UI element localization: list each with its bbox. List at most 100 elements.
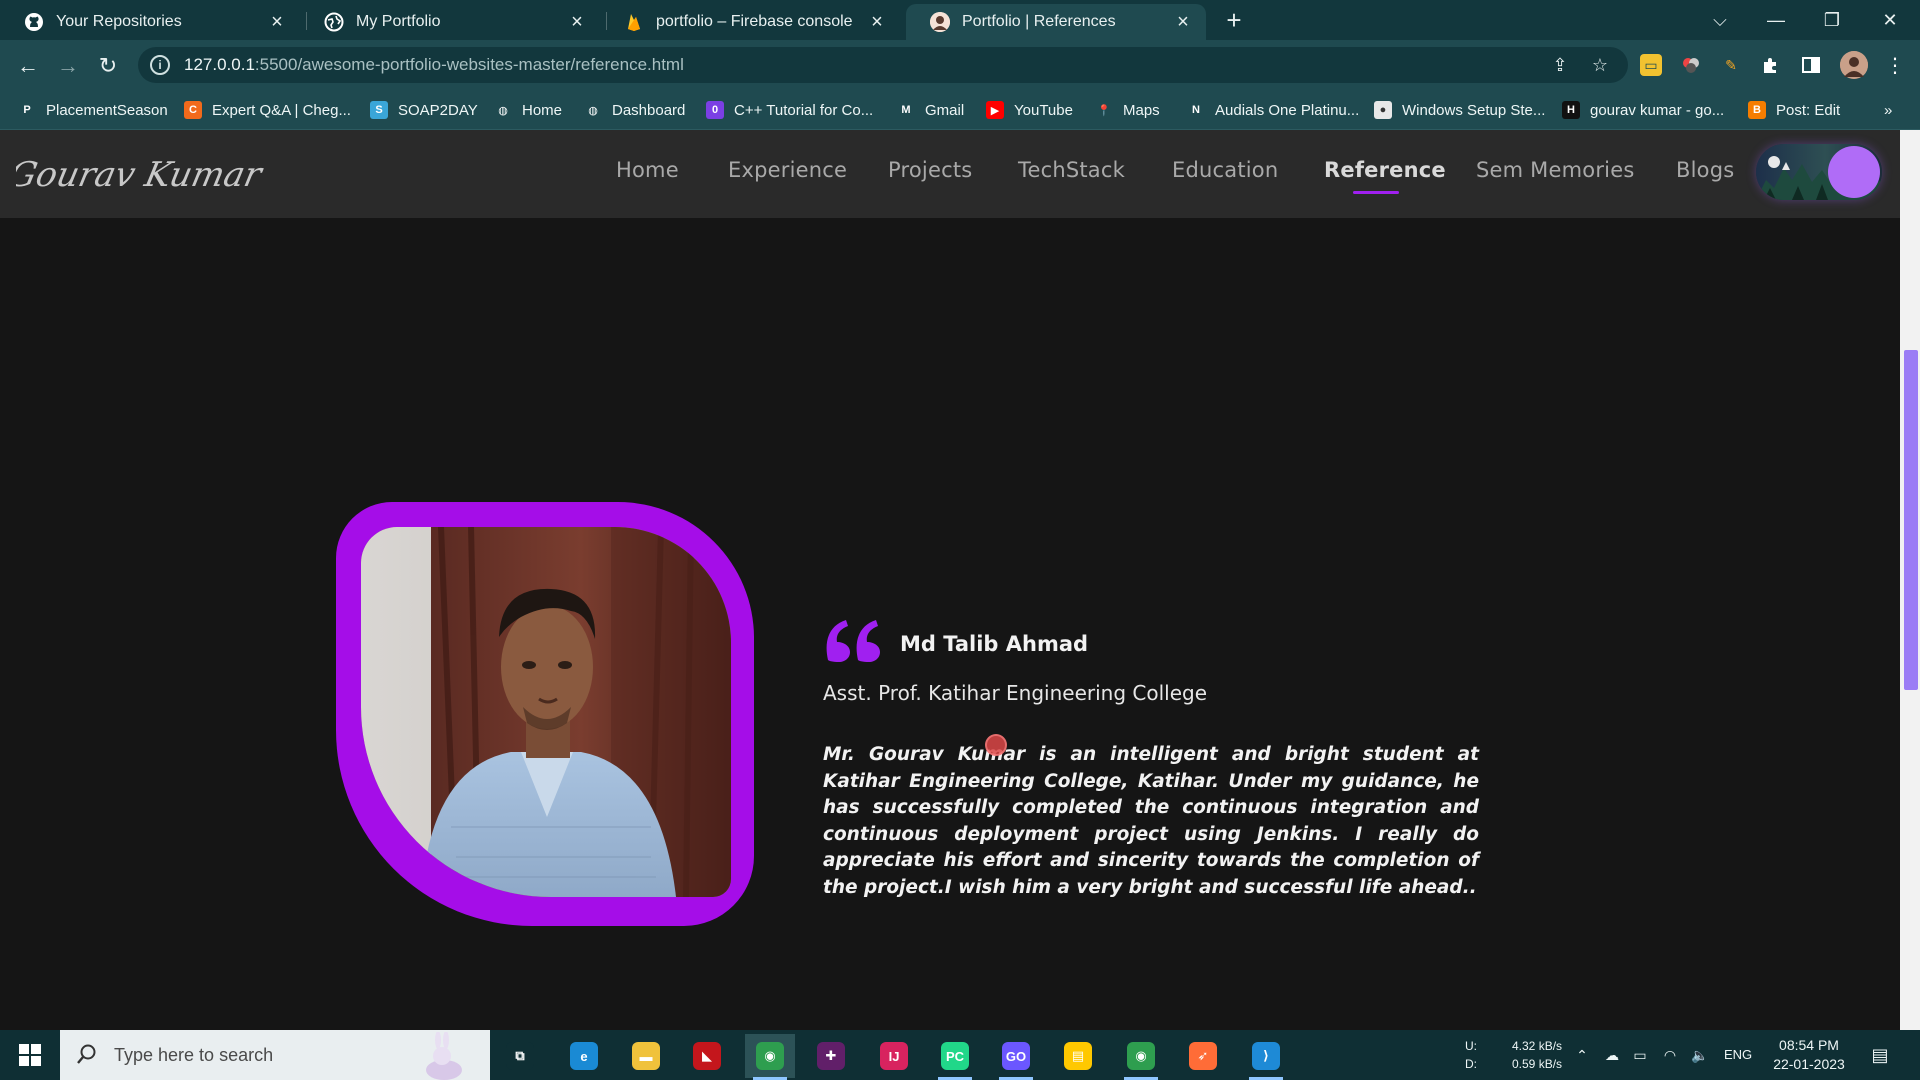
side-panel-icon[interactable] — [1800, 54, 1822, 76]
close-icon[interactable]: × — [566, 11, 588, 33]
bookmark-item[interactable]: ◍ Home — [494, 98, 562, 122]
bookmark-item[interactable]: N Audials One Platinu... — [1187, 98, 1359, 122]
pycharm-icon: PC — [941, 1042, 969, 1070]
nav-link-reference[interactable]: Reference — [1324, 158, 1446, 182]
sticky-notes-icon: ▤ — [1064, 1042, 1092, 1070]
close-icon[interactable]: × — [266, 11, 288, 33]
taskbar-app-chrome[interactable]: ◉ — [1116, 1034, 1166, 1080]
taskbar-clock[interactable]: 08:54 PM 22-01-2023 — [1766, 1036, 1852, 1074]
nav-link-sem-memories[interactable]: Sem Memories — [1476, 158, 1634, 182]
windows-taskbar: Type here to search ⧉ e ▬ ◣ ◉ ✚ IJ PC GO ▤ ◉ ➶ ⟩ U: … — [0, 1030, 1920, 1080]
search-placeholder: Type here to search — [114, 1044, 274, 1065]
nav-link-education[interactable]: Education — [1172, 158, 1278, 182]
taskbar-app-sticky-notes[interactable]: ▤ — [1053, 1034, 1103, 1078]
tab-search-chevron-icon[interactable]: ⌵ — [1692, 0, 1748, 40]
bookmark-label: SOAP2DAY — [398, 101, 478, 119]
blogger-icon: B — [1748, 101, 1766, 119]
bookmark-label: Expert Q&A | Cheg... — [212, 101, 351, 119]
taskbar-app-task-view[interactable]: ⧉ — [495, 1034, 545, 1078]
tab-portfolio-references[interactable]: Portfolio | References × — [906, 4, 1206, 40]
extension-wallet-icon[interactable]: ▭ — [1640, 54, 1662, 76]
url-text[interactable]: 127.0.0.1:5500/awesome-portfolio-website… — [184, 55, 684, 75]
bookmark-item[interactable]: ● Windows Setup Ste... — [1374, 98, 1545, 122]
bookmark-item[interactable]: M Gmail — [897, 98, 964, 122]
github-icon — [24, 12, 44, 32]
site-info-icon[interactable]: i — [150, 55, 170, 75]
taskbar-app-slack[interactable]: ✚ — [806, 1034, 856, 1078]
taskbar-app-postman[interactable]: ➶ — [1178, 1034, 1228, 1078]
scrollbar-thumb[interactable] — [1904, 350, 1918, 690]
nav-link-projects[interactable]: Projects — [888, 158, 972, 182]
close-icon[interactable]: × — [866, 11, 888, 33]
site-logo[interactable]: Gourav Kumar — [5, 144, 267, 206]
bookmark-item[interactable]: S SOAP2DAY — [370, 98, 478, 122]
forward-arrow-icon[interactable]: → — [52, 50, 84, 82]
wifi-icon[interactable]: ◠ — [1660, 1045, 1680, 1065]
browser-menu-icon[interactable]: ⋮ — [1884, 54, 1906, 77]
profile-avatar[interactable] — [1840, 51, 1868, 79]
extension-pen-icon[interactable]: ✎ — [1720, 54, 1742, 76]
bookmark-item[interactable]: ◍ Dashboard — [584, 98, 685, 122]
extension-dots-icon[interactable] — [1680, 54, 1702, 76]
bookmark-item[interactable]: C Expert Q&A | Cheg... — [184, 98, 351, 122]
reload-icon[interactable]: ↻ — [92, 50, 124, 82]
back-arrow-icon[interactable]: ← — [12, 50, 44, 82]
bookmark-item[interactable]: ▶ YouTube — [986, 98, 1073, 122]
onedrive-cloud-icon[interactable]: ☁ — [1602, 1045, 1622, 1065]
theme-toggle-knob[interactable] — [1828, 146, 1880, 198]
tab-my-portfolio[interactable]: My Portfolio × — [300, 4, 600, 40]
bookmark-item[interactable]: P PlacementSeason — [18, 98, 168, 122]
restore-button[interactable]: ❐ — [1804, 0, 1860, 40]
avatar-icon — [930, 12, 950, 32]
tab-your-repositories[interactable]: Your Repositories × — [0, 4, 300, 40]
close-icon[interactable]: × — [1172, 11, 1194, 33]
youtube-icon: ▶ — [986, 101, 1004, 119]
reference-testimonial: Mr. Gourav Kumar is an intelligent and b… — [823, 744, 1479, 898]
bookmark-item[interactable]: 0 C++ Tutorial for Co... — [706, 98, 873, 122]
placementseason-icon: P — [18, 101, 36, 119]
bookmark-star-icon[interactable]: ☆ — [1588, 55, 1612, 75]
taskbar-app-pycharm[interactable]: PC — [930, 1034, 980, 1080]
bookmark-item[interactable]: Hgourav kumar - go... — [1562, 98, 1724, 122]
taskbar-app-edge[interactable]: e — [559, 1034, 609, 1078]
new-tab-button[interactable]: + — [1220, 6, 1248, 34]
tab-title: My Portfolio — [356, 13, 441, 30]
postman-icon: ➶ — [1189, 1042, 1217, 1070]
nav-link-home[interactable]: Home — [616, 158, 679, 182]
taskbar-app-goland[interactable]: GO — [991, 1034, 1041, 1080]
chevron-up-icon[interactable]: ⌃ — [1572, 1045, 1592, 1065]
reference-role: Asst. Prof. Katihar Engineering College — [823, 681, 1208, 705]
language-indicator[interactable]: ENG — [1724, 1047, 1752, 1062]
bookmark-label: Audials One Platinu... — [1215, 101, 1360, 119]
extensions-puzzle-icon[interactable] — [1760, 54, 1782, 76]
battery-icon[interactable]: ▭ — [1630, 1045, 1650, 1065]
window-close-button[interactable]: ✕ — [1862, 0, 1918, 40]
taskbar-app-intellij[interactable]: IJ — [869, 1034, 919, 1078]
bookmark-item[interactable]: B Post: Edit — [1748, 98, 1840, 122]
share-icon[interactable]: ⇪ — [1548, 55, 1572, 75]
page-viewport: Gourav Kumar Home Experience Projects TechS… — [0, 130, 1900, 1030]
taskbar-app-file-explorer[interactable]: ▬ — [621, 1034, 671, 1078]
nav-link-techstack[interactable]: TechStack — [1018, 158, 1125, 182]
bookmark-item[interactable]: 📍 Maps — [1095, 98, 1160, 122]
volume-icon[interactable]: 🔈 — [1690, 1045, 1710, 1065]
bookmarks-overflow-icon[interactable]: » — [1884, 98, 1892, 122]
bookmark-label: Gmail — [925, 101, 965, 119]
bookmark-label: PlacementSeason — [46, 101, 168, 119]
taskbar-app-vscode[interactable]: ⟩ — [1241, 1034, 1291, 1080]
globe-icon — [324, 12, 344, 32]
taskbar-app-chrome[interactable]: ◉ — [745, 1034, 795, 1080]
notification-icon[interactable]: ▤ — [1870, 1045, 1890, 1065]
minimize-button[interactable]: — — [1748, 0, 1804, 40]
address-bar[interactable]: i 127.0.0.1:5500/awesome-portfolio-websi… — [138, 47, 1628, 83]
intellij-icon: IJ — [880, 1042, 908, 1070]
windows-start-icon[interactable] — [0, 1030, 60, 1080]
nav-link-blogs[interactable]: Blogs — [1676, 158, 1734, 182]
tab-title: portfolio – Firebase console — [656, 13, 853, 30]
tab-firebase-console[interactable]: portfolio – Firebase console × — [600, 4, 900, 40]
globe-icon: ◍ — [584, 101, 602, 119]
page-scrollbar[interactable] — [1900, 130, 1920, 1030]
taskbar-search-box[interactable]: Type here to search — [60, 1030, 490, 1080]
taskbar-app-red-app[interactable]: ◣ — [682, 1034, 732, 1078]
nav-link-experience[interactable]: Experience — [728, 158, 847, 182]
